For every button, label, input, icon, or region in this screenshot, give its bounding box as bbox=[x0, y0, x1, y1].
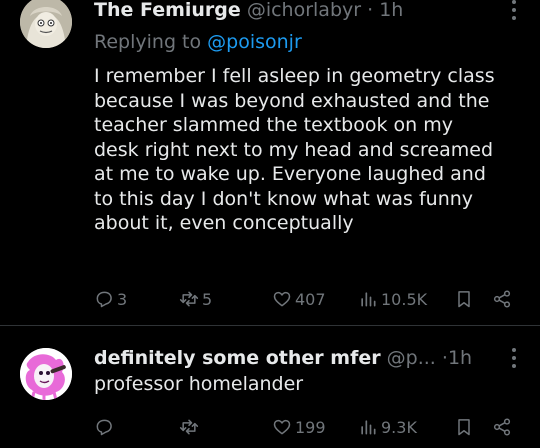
view-count: 10.5K bbox=[381, 289, 428, 309]
like-button[interactable]: 407 bbox=[272, 286, 326, 312]
tweet-text-line: I remember I fell asleep in geometry cla… bbox=[94, 65, 495, 87]
replying-prefix: Replying to bbox=[94, 31, 208, 53]
reply-icon bbox=[96, 291, 112, 308]
timestamp[interactable]: 1h bbox=[379, 0, 403, 21]
handle[interactable]: @ichorlabyr bbox=[247, 0, 361, 21]
view-count: 9.3K bbox=[381, 417, 417, 437]
more-icon[interactable] bbox=[512, 0, 518, 24]
retweet-button[interactable]: 5 bbox=[179, 286, 212, 312]
separator-dot: · bbox=[367, 0, 374, 21]
avatar-illustration bbox=[20, 348, 72, 400]
views-button[interactable]: 9.3K bbox=[358, 414, 417, 440]
retweet-count: 5 bbox=[202, 289, 213, 309]
reply-button[interactable] bbox=[94, 414, 117, 440]
tweet[interactable]: definitely some other mfer @p... ·1h pro… bbox=[0, 326, 540, 448]
views-icon bbox=[361, 420, 376, 435]
bookmark-icon bbox=[458, 419, 470, 436]
tweet-text-line: to this day I don't know what was funny bbox=[94, 187, 474, 210]
bookmark-icon bbox=[458, 291, 470, 308]
timestamp[interactable]: 1h bbox=[448, 347, 472, 369]
tweet-header: The Femiurge @ichorlabyr · 1h bbox=[94, 0, 403, 24]
like-icon bbox=[273, 291, 291, 307]
avatar[interactable] bbox=[20, 348, 72, 400]
reply-button[interactable]: 3 bbox=[94, 286, 127, 312]
retweet-icon bbox=[179, 419, 199, 435]
tweet-text: I remember I fell asleep in geometry cla… bbox=[94, 64, 524, 236]
tweet-text: professor homelander bbox=[94, 372, 524, 397]
views-icon bbox=[361, 292, 376, 307]
replying-to: Replying to @poisonjr bbox=[94, 28, 302, 56]
more-icon[interactable] bbox=[512, 348, 518, 372]
reply-icon bbox=[96, 419, 112, 436]
retweet-button[interactable] bbox=[179, 414, 202, 440]
action-bar: 3 5 407 10.5K bbox=[94, 286, 520, 312]
handle[interactable]: @p... bbox=[387, 347, 436, 369]
bookmark-button[interactable] bbox=[454, 414, 474, 440]
retweet-icon bbox=[179, 291, 199, 307]
tweet-header: definitely some other mfer @p... ·1h bbox=[94, 344, 472, 372]
tweet-text-line: teacher slammed the textbook on my bbox=[94, 114, 453, 136]
like-count: 407 bbox=[295, 289, 326, 309]
tweet-text-line: because I was beyond exhausted and the bbox=[94, 89, 490, 112]
share-icon bbox=[493, 418, 511, 436]
display-name[interactable]: The Femiurge bbox=[94, 0, 241, 21]
display-name[interactable]: definitely some other mfer bbox=[94, 347, 381, 369]
share-button[interactable] bbox=[492, 286, 512, 312]
avatar-illustration bbox=[20, 0, 72, 48]
tweet-text-line: professor homelander bbox=[94, 373, 304, 395]
action-bar: 199 9.3K bbox=[94, 414, 520, 440]
tweet-text-line: at me to wake up. Everyone laughed and bbox=[94, 163, 486, 185]
tweet[interactable]: The Femiurge @ichorlabyr · 1h Replying t… bbox=[0, 0, 540, 326]
replying-to-handle[interactable]: @poisonjr bbox=[207, 31, 302, 53]
share-icon bbox=[493, 290, 511, 308]
tweet-text-line: about it, even conceptually bbox=[94, 212, 354, 234]
like-icon bbox=[273, 419, 291, 435]
share-button[interactable] bbox=[492, 414, 512, 440]
like-button[interactable]: 199 bbox=[272, 414, 326, 440]
bookmark-button[interactable] bbox=[454, 286, 474, 312]
like-count: 199 bbox=[295, 417, 326, 437]
tweet-text-line: desk right next to my head and screamed bbox=[94, 138, 493, 161]
reply-count: 3 bbox=[117, 289, 128, 309]
avatar[interactable] bbox=[20, 0, 72, 48]
views-button[interactable]: 10.5K bbox=[358, 286, 427, 312]
